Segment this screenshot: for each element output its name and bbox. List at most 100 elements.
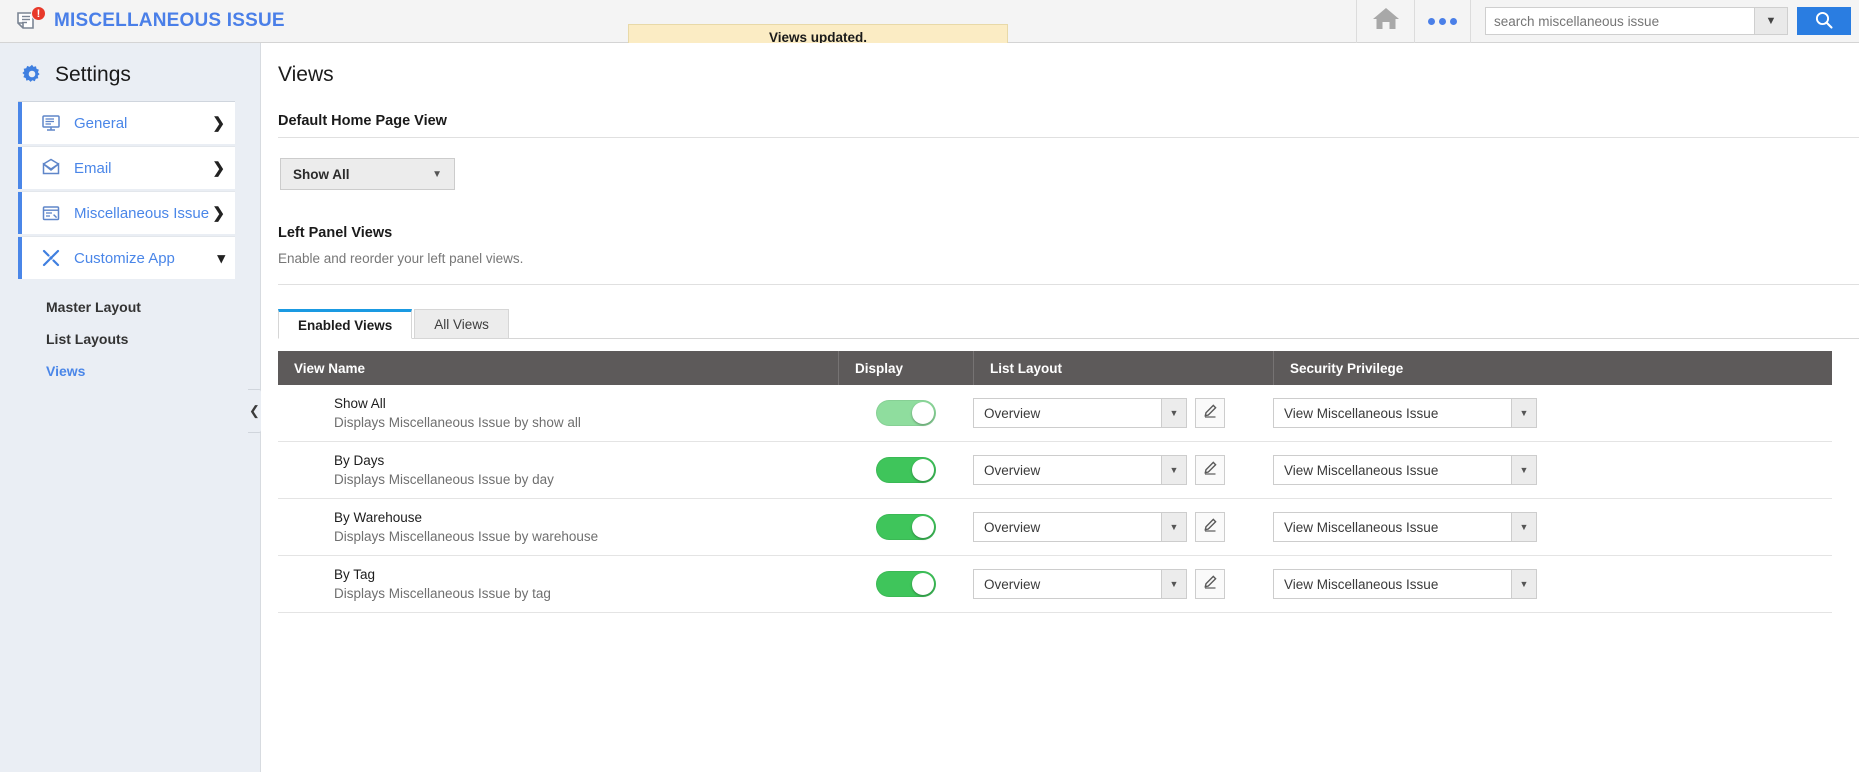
home-button[interactable] (1356, 0, 1414, 43)
list-layout-value: Overview (984, 519, 1041, 535)
sidebar-item-customize-app[interactable]: Customize App ▾ (18, 236, 235, 279)
toggle-knob (911, 459, 934, 481)
sidebar-item-email[interactable]: Email ❯ (18, 146, 235, 189)
pencil-icon (1202, 574, 1218, 595)
gear-icon (20, 63, 44, 87)
list-layout-cell: Overview ▼ (973, 556, 1273, 613)
security-privilege-select[interactable]: View Miscellaneous Issue ▼ (1273, 398, 1537, 428)
display-toggle[interactable] (875, 514, 936, 540)
caret-down-icon: ▼ (432, 168, 442, 180)
edit-list-layout-button[interactable] (1195, 512, 1225, 542)
display-toggle[interactable] (875, 400, 936, 426)
toggle-knob (911, 516, 934, 538)
table-row: By Warehouse Displays Miscellaneous Issu… (278, 499, 1832, 556)
display-toggle[interactable] (875, 571, 936, 597)
security-privilege-select[interactable]: View Miscellaneous Issue ▼ (1273, 512, 1537, 542)
edit-list-layout-button[interactable] (1195, 455, 1225, 485)
search-input[interactable] (1486, 8, 1754, 34)
security-privilege-cell: View Miscellaneous Issue ▼ (1273, 385, 1832, 442)
notification-badge: ! (31, 6, 46, 21)
view-description: Displays Miscellaneous Issue by show all (334, 415, 581, 430)
list-layout-value: Overview (984, 576, 1041, 592)
security-privilege-value: View Miscellaneous Issue (1284, 576, 1439, 592)
caret-down-icon: ▼ (1161, 399, 1186, 427)
sidebar-item-general[interactable]: General ❯ (18, 101, 235, 144)
display-cell (838, 499, 973, 556)
list-layout-cell: Overview ▼ (973, 385, 1273, 442)
active-bar (18, 147, 22, 189)
sidebar-nav: General ❯ Email ❯ Miscellaneous Issue ❯ … (0, 101, 260, 279)
chevron-right-icon: ❯ (212, 115, 225, 132)
list-layout-cell: Overview ▼ (973, 442, 1273, 499)
tab-all-views[interactable]: All Views (414, 309, 509, 339)
home-icon (1371, 5, 1401, 37)
left-panel-views-label: Left Panel Views (278, 225, 393, 241)
app-title: MISCELLANEOUS ISSUE (54, 10, 285, 31)
list-layout-select[interactable]: Overview ▼ (973, 398, 1187, 428)
search-area: ▼ (1470, 0, 1859, 43)
app-branding: ! MISCELLANEOUS ISSUE (0, 0, 620, 43)
tools-icon (40, 247, 62, 269)
security-privilege-select[interactable]: View Miscellaneous Issue ▼ (1273, 455, 1537, 485)
table-row: By Days Displays Miscellaneous Issue by … (278, 442, 1832, 499)
pencil-icon (1202, 517, 1218, 538)
view-name-cell: By Days Displays Miscellaneous Issue by … (278, 442, 838, 499)
main-content: Views Default Home Page View Show All ▼ … (261, 43, 1859, 772)
document-issue-icon: ! (14, 6, 46, 35)
divider (278, 284, 1859, 285)
list-layout-select[interactable]: Overview ▼ (973, 512, 1187, 542)
default-home-page-view-select[interactable]: Show All ▼ (280, 158, 455, 190)
display-cell (838, 385, 973, 442)
caret-down-icon: ▼ (1161, 513, 1186, 541)
caret-down-icon: ▼ (1511, 513, 1536, 541)
display-toggle[interactable] (875, 457, 936, 483)
tab-label: All Views (434, 316, 489, 332)
search-box: ▼ (1485, 7, 1788, 35)
subnav-item-views[interactable]: Views (46, 363, 260, 379)
column-header-security-privilege: Security Privilege (1273, 351, 1832, 385)
edit-list-layout-button[interactable] (1195, 569, 1225, 599)
view-name: By Warehouse (334, 510, 423, 525)
settings-sidebar: Settings General ❯ Email ❯ Miscellaneous… (0, 43, 261, 772)
subnav-item-list-layouts[interactable]: List Layouts (46, 331, 260, 347)
security-privilege-value: View Miscellaneous Issue (1284, 519, 1439, 535)
view-description: Displays Miscellaneous Issue by day (334, 472, 554, 487)
list-layout-value: Overview (984, 462, 1041, 478)
more-options-button[interactable] (1414, 0, 1470, 43)
list-layout-select[interactable]: Overview ▼ (973, 569, 1187, 599)
view-name-cell: By Warehouse Displays Miscellaneous Issu… (278, 499, 838, 556)
edit-list-layout-button[interactable] (1195, 398, 1225, 428)
search-scope-dropdown[interactable]: ▼ (1754, 8, 1787, 34)
sidebar-title: Settings (55, 63, 131, 86)
chevron-down-icon: ▾ (217, 250, 225, 267)
sidebar-subnav: Master Layout List Layouts Views (0, 281, 260, 379)
security-privilege-value: View Miscellaneous Issue (1284, 462, 1439, 478)
toggle-knob (911, 573, 934, 595)
sidebar-header: Settings (0, 43, 260, 101)
chevron-left-icon: ❮ (249, 403, 260, 418)
view-description: Displays Miscellaneous Issue by tag (334, 586, 551, 601)
caret-down-icon: ▼ (1511, 570, 1536, 598)
display-cell (838, 442, 973, 499)
toggle-knob (911, 402, 934, 424)
window-list-icon (40, 202, 62, 224)
list-layout-select[interactable]: Overview ▼ (973, 455, 1187, 485)
caret-down-icon: ▼ (1511, 399, 1536, 427)
page-title: Views (278, 63, 334, 86)
search-button[interactable] (1797, 7, 1851, 35)
subnav-item-master-layout[interactable]: Master Layout (46, 299, 260, 315)
view-name: By Days (334, 453, 385, 468)
security-privilege-select[interactable]: View Miscellaneous Issue ▼ (1273, 569, 1537, 599)
pencil-icon (1202, 403, 1218, 424)
sidebar-item-label: Miscellaneous Issue (74, 204, 210, 222)
monitor-icon (40, 112, 62, 134)
chevron-down-icon: ▼ (1765, 15, 1777, 27)
tab-enabled-views[interactable]: Enabled Views (278, 309, 413, 339)
sidebar-collapse-handle[interactable]: ❮ (248, 389, 262, 433)
sidebar-item-miscellaneous-issue[interactable]: Miscellaneous Issue ❯ (18, 191, 235, 234)
list-layout-value: Overview (984, 405, 1041, 421)
column-header-list-layout: List Layout (973, 351, 1273, 385)
table-header-row: View Name Display List Layout Security P… (278, 351, 1832, 385)
view-name-cell: Show All Displays Miscellaneous Issue by… (278, 385, 838, 442)
column-header-view-name: View Name (294, 360, 366, 376)
